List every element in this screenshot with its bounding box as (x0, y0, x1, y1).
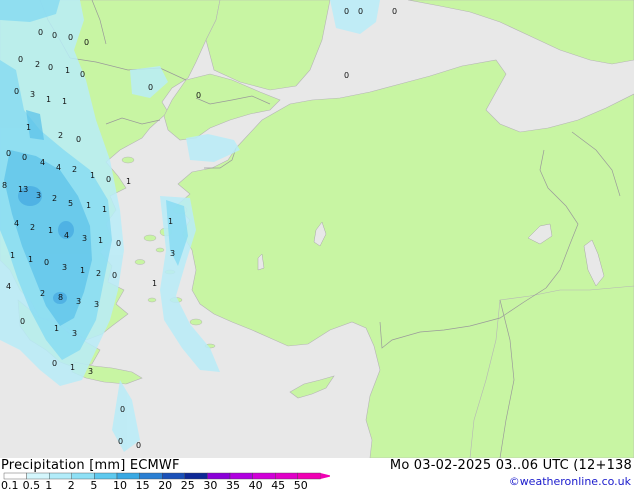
precip-value-label: 1 (46, 95, 51, 104)
precip-value-label: 0 (118, 437, 123, 446)
precip-value-label: 1 (26, 123, 31, 132)
legend-tick-label: 0.5 (23, 479, 40, 490)
precip-value-label: 13 (18, 185, 28, 194)
precip-value-label: 1 (98, 236, 103, 245)
precip-value-label: 5 (68, 199, 73, 208)
precip-value-label: 0 (120, 405, 125, 414)
precip-value-label: 3 (76, 297, 81, 306)
legend-tick-label: 20 (158, 479, 172, 490)
precip-value-label: 0 (38, 28, 43, 37)
precip-value-label: 0 (6, 149, 11, 158)
precip-value-label: 0 (44, 258, 49, 267)
precip-value-label: 2 (58, 131, 63, 140)
precip-value-label: 1 (28, 255, 33, 264)
precip-value-label: 0 (196, 91, 201, 100)
legend-tick-label: 1 (45, 479, 52, 490)
precip-value-label: 1 (10, 251, 15, 260)
legend-tick-label: 5 (90, 479, 97, 490)
precip-value-label: 0 (392, 7, 397, 16)
legend-tick-label: 35 (226, 479, 240, 490)
legend-tick-label: 2 (68, 479, 75, 490)
precip-value-label: 1 (54, 324, 59, 333)
precip-value-label: 0 (14, 87, 19, 96)
precip-legend: 0.1 0.5 1 2 5 10 15 20 25 30 35 40 45 50 (0, 472, 333, 492)
precip-value-label: 0 (68, 33, 73, 42)
precip-value-label: 1 (102, 205, 107, 214)
variable-label: Precipitation [mm] (1, 458, 126, 473)
legend-tick-label: 15 (136, 479, 150, 490)
precip-value-label: 0 (116, 239, 121, 248)
precip-value-label: 0 (52, 359, 57, 368)
precip-value-label: 3 (82, 234, 87, 243)
precip-value-label: 4 (6, 282, 11, 291)
precip-value-label: 0 (106, 175, 111, 184)
legend-tick-label: 30 (203, 479, 217, 490)
precip-value-label: 1 (70, 363, 75, 372)
precip-value-label: 3 (30, 90, 35, 99)
precip-value-label: 1 (80, 266, 85, 275)
precip-value-label: 2 (52, 194, 57, 203)
precip-value-label: 2 (72, 165, 77, 174)
legend-tick-label: 10 (113, 479, 127, 490)
precip-value-label: 0 (52, 31, 57, 40)
precip-value-label: 3 (62, 263, 67, 272)
forecast-datetime: Mo 03-02-2025 03..06 UTC (12+138 (389, 458, 632, 473)
precip-value-label: 2 (40, 289, 45, 298)
credit-link[interactable]: ©weatheronline.co.uk (509, 475, 631, 488)
precip-value-label: 0 (112, 271, 117, 280)
precip-value-label: 1 (168, 217, 173, 226)
precip-value-label: 0 (80, 70, 85, 79)
model-label: ECMWF (129, 458, 180, 473)
legend-tick-label: 25 (181, 479, 195, 490)
precip-value-label: 0 (48, 63, 53, 72)
precip-value-label: 2 (35, 60, 40, 69)
legend-arrow (320, 473, 333, 479)
precip-value-label: 3 (72, 329, 77, 338)
precip-value-label: 4 (40, 158, 45, 167)
precip-value-label: 0 (20, 317, 25, 326)
precip-value-label: 0 (358, 7, 363, 16)
precip-value-label: 0 (344, 7, 349, 16)
precip-value-label: 0 (136, 441, 141, 450)
precip-value-label: 0 (22, 153, 27, 162)
precip-value-label: 2 (30, 223, 35, 232)
legend-tick-label: 0.1 (1, 479, 19, 490)
precip-value-label: 3 (36, 191, 41, 200)
precip-value-label: 0 (18, 55, 23, 64)
precip-value-label: 1 (62, 97, 67, 106)
precip-value-label: 0 (76, 135, 81, 144)
precip-value-label: 1 (126, 177, 131, 186)
legend-tick-label: 40 (249, 479, 263, 490)
precip-value-label: 1 (86, 201, 91, 210)
precip-value-label: 4 (56, 163, 61, 172)
precip-value-label: 0 (84, 38, 89, 47)
precip-value-label: 1 (90, 171, 95, 180)
precip-value-label: 4 (14, 219, 19, 228)
precipitation-map: 0 0 0 0 0 2 0 1 0 0 0 3 1 1 0 1 2 0 0 0 4 4 2 1 0 1 8 13 3 2 5 1 1 4 2 1 4 3 1… (0, 0, 634, 458)
precip-value-label: 0 (344, 71, 349, 80)
precip-value-label: 0 (148, 83, 153, 92)
precip-value-label: 8 (58, 293, 63, 302)
precip-value-label: 2 (96, 269, 101, 278)
legend-tick-label: 45 (271, 479, 285, 490)
legend-tick-label: 50 (294, 479, 308, 490)
precip-value-label: 4 (64, 231, 69, 240)
precip-value-label: 8 (2, 181, 7, 190)
precip-value-label: 1 (48, 226, 53, 235)
precip-value-label: 3 (88, 367, 93, 376)
precip-value-label: 1 (65, 66, 70, 75)
precip-value-label: 3 (94, 300, 99, 309)
precip-value-label: 1 (152, 279, 157, 288)
map-title: Precipitation [mm] ECMWF (1, 458, 180, 473)
precip-value-label: 3 (170, 249, 175, 258)
